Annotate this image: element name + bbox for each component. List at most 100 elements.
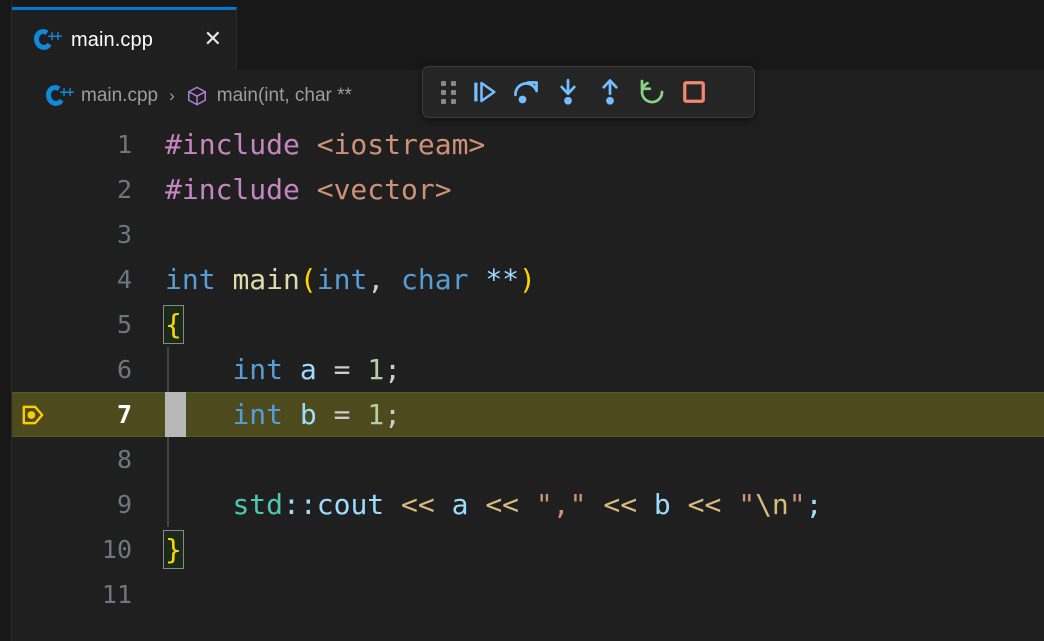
code-token: <iostream> — [316, 128, 486, 161]
code-text: #include <vector> — [165, 167, 452, 212]
code-text: } — [163, 527, 184, 572]
code-token: \n — [755, 488, 789, 521]
step-out-icon — [602, 79, 618, 105]
line-number: 4 — [116, 265, 132, 294]
vscode-window: + + main.cpp ✕ + + main.cpp › main(int, … — [0, 0, 1044, 641]
code-line[interactable]: 6 int a = 1; — [12, 347, 1044, 392]
code-line[interactable]: 4 int main(int, char **) — [12, 257, 1044, 302]
code-token: ; — [384, 398, 402, 431]
line-number: 9 — [116, 490, 132, 519]
editor-tab-main-cpp[interactable]: + + main.cpp ✕ — [12, 7, 237, 70]
code-token: a — [299, 353, 317, 386]
code-line[interactable]: 3 — [12, 212, 1044, 257]
line-number: 5 — [116, 310, 132, 339]
chevron-right-icon: › — [169, 86, 175, 105]
code-token: a — [451, 488, 469, 521]
code-token: << — [603, 488, 638, 521]
code-token: main — [232, 263, 300, 296]
code-token: std — [232, 488, 284, 521]
code-token: #include — [165, 128, 317, 161]
line-number: 3 — [116, 220, 132, 249]
code-line[interactable]: 8 — [12, 437, 1044, 482]
indent-guide — [167, 437, 169, 482]
code-token: " — [788, 488, 806, 521]
step-over-icon — [514, 81, 538, 104]
code-token: ( — [299, 263, 317, 296]
code-text: int b = 1; — [165, 392, 401, 437]
cpp-file-icon: + + — [32, 27, 63, 53]
code-text: { — [163, 302, 184, 347]
line-number: 11 — [101, 580, 132, 609]
code-token: int — [232, 353, 300, 386]
line-number: 2 — [116, 175, 132, 204]
editor-tab-bar: + + main.cpp ✕ — [12, 0, 1044, 70]
close-icon[interactable]: ✕ — [204, 29, 222, 51]
code-token: <vector> — [316, 173, 452, 206]
line-number: 8 — [116, 445, 132, 474]
code-token: #include — [165, 173, 317, 206]
code-text: int a = 1; — [165, 347, 401, 392]
step-into-icon — [560, 78, 576, 105]
code-token: int — [232, 398, 300, 431]
line-number: 6 — [116, 355, 132, 384]
continue-icon — [474, 81, 496, 103]
code-token: 1 — [367, 398, 385, 431]
breadcrumb-item-symbol[interactable]: main(int, char ** — [217, 85, 352, 107]
code-line[interactable]: 2 #include <vector> — [12, 167, 1044, 212]
code-token: int — [316, 263, 368, 296]
code-token: << — [687, 488, 722, 521]
code-token: b — [653, 488, 671, 521]
code-text: std::cout << a << "," << b << "\n"; — [165, 482, 823, 527]
code-token: 1 — [367, 353, 385, 386]
code-line[interactable]: 5{ — [12, 302, 1044, 347]
code-token: = — [316, 353, 368, 386]
line-number: 7 — [116, 400, 132, 429]
bracket-match: } — [163, 530, 184, 569]
code-token: " — [738, 488, 756, 521]
activity-bar-edge — [0, 0, 12, 641]
code-line[interactable]: 11 — [12, 572, 1044, 617]
code-token: ; — [384, 353, 402, 386]
step-into-button[interactable] — [547, 72, 589, 112]
code-editor[interactable]: 1 #include <iostream> 2 #include <vector> 3 4… — [12, 122, 1044, 641]
debug-toolbar[interactable] — [422, 66, 755, 118]
code-token: << — [401, 488, 435, 521]
stop-button[interactable] — [673, 72, 715, 112]
code-line[interactable]: 7 int b = 1; — [12, 392, 1044, 437]
drag-handle-icon[interactable] — [433, 72, 463, 112]
code-token: char — [401, 263, 486, 296]
step-out-button[interactable] — [589, 72, 631, 112]
code-token: , — [367, 263, 402, 296]
restart-button[interactable] — [631, 72, 673, 112]
line-number: 10 — [101, 535, 132, 564]
code-token: ; — [805, 488, 823, 521]
bracket-match: { — [163, 305, 184, 344]
code-token: int — [165, 263, 233, 296]
step-over-button[interactable] — [505, 72, 547, 112]
restart-icon — [640, 79, 664, 104]
code-line[interactable]: 9 std::cout << a << "," << b << "\n"; — [12, 482, 1044, 527]
continue-button[interactable] — [463, 72, 505, 112]
code-line[interactable]: 1 #include <iostream> — [12, 122, 1044, 167]
cpp-file-icon: + + — [44, 83, 75, 109]
code-token: << — [485, 488, 520, 521]
code-line[interactable]: 10} — [12, 527, 1044, 572]
breadcrumb-item-file[interactable]: main.cpp — [81, 85, 158, 107]
stop-icon — [683, 81, 705, 103]
code-token: ) — [519, 263, 536, 296]
code-text: #include <iostream> — [165, 122, 485, 167]
code-token: cout — [316, 488, 385, 521]
code-text: int main(int, char **) — [165, 257, 536, 302]
symbol-method-icon — [187, 86, 206, 106]
line-number: 1 — [116, 130, 132, 159]
debug-stackframe-icon — [22, 405, 44, 424]
